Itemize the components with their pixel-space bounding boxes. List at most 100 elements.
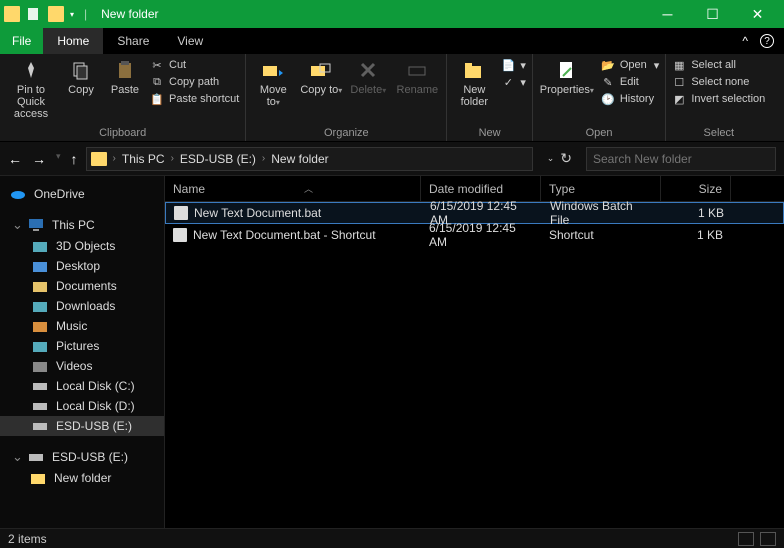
navpane-item[interactable]: 3D Objects xyxy=(0,236,164,256)
nav-item-icon xyxy=(32,259,48,273)
navpane-item[interactable]: Videos xyxy=(0,356,164,376)
thumbnails-view-button[interactable] xyxy=(760,532,776,546)
select-none-button[interactable]: ☐Select none xyxy=(672,75,765,89)
close-button[interactable]: ✕ xyxy=(735,0,780,28)
minimize-button[interactable]: ─ xyxy=(645,0,690,28)
collapse-ribbon-icon[interactable]: ^ xyxy=(742,34,748,48)
help-icon[interactable]: ? xyxy=(760,34,774,48)
maximize-button[interactable]: ☐ xyxy=(690,0,735,28)
select-all-button[interactable]: ▦Select all xyxy=(672,58,765,72)
new-folder-button[interactable]: New folder xyxy=(453,56,495,108)
back-button[interactable]: ← xyxy=(8,151,22,167)
new-item-icon: 📄 xyxy=(501,58,515,72)
refresh-area: ⌄ ↻ xyxy=(541,150,578,167)
history-button[interactable]: 🕑History xyxy=(601,92,659,106)
forward-button[interactable]: → xyxy=(32,151,46,167)
status-bar: 2 items xyxy=(0,528,784,548)
breadcrumb-part[interactable]: This PC xyxy=(122,152,165,166)
chevron-down-icon[interactable]: ▾ xyxy=(70,10,74,19)
up-button[interactable]: ↑ xyxy=(71,151,78,167)
breadcrumb-part[interactable]: ESD-USB (E:) xyxy=(180,152,256,166)
chevron-right-icon[interactable]: › xyxy=(171,153,174,164)
refresh-button[interactable]: ↻ xyxy=(560,150,572,167)
file-list-pane: Name︿ Date modified Type Size New Text D… xyxy=(165,176,784,528)
chevron-right-icon[interactable]: › xyxy=(113,153,116,164)
paste-shortcut-button[interactable]: 📋Paste shortcut xyxy=(150,92,239,106)
new-folder-quick-icon[interactable] xyxy=(48,6,64,22)
copy-path-button[interactable]: ⧉Copy path xyxy=(150,75,239,89)
move-to-icon xyxy=(261,58,285,82)
open-icon: 📂 xyxy=(601,58,615,72)
delete-icon xyxy=(356,58,380,82)
navpane-this-pc[interactable]: ⌄This PC xyxy=(0,214,164,236)
navigation-pane[interactable]: OneDrive ⌄This PC 3D ObjectsDesktopDocum… xyxy=(0,176,165,528)
monitor-icon xyxy=(28,218,44,232)
cloud-icon xyxy=(10,187,26,201)
new-item-button[interactable]: 📄▾ xyxy=(501,58,526,72)
delete-button[interactable]: Delete▾ xyxy=(348,56,388,97)
ribbon-tabs: File Home Share View ^ ? xyxy=(0,28,784,54)
quick-access-toolbar: ▾ | xyxy=(4,6,91,22)
navpane-esd-usb-root[interactable]: ⌄ESD-USB (E:) xyxy=(0,446,164,468)
properties-icon xyxy=(555,58,579,82)
paste-button[interactable]: Paste xyxy=(106,56,144,96)
navpane-sub-folder[interactable]: New folder xyxy=(0,468,164,488)
folder-icon xyxy=(30,471,46,485)
copy-button[interactable]: Copy xyxy=(62,56,100,96)
file-row[interactable]: New Text Document.bat - Shortcut 6/15/20… xyxy=(165,224,784,246)
tab-file[interactable]: File xyxy=(0,28,43,54)
nav-item-icon xyxy=(32,359,48,373)
search-input[interactable] xyxy=(586,147,776,171)
cut-button[interactable]: ✂Cut xyxy=(150,58,239,72)
navpane-item[interactable]: ESD-USB (E:) xyxy=(0,416,164,436)
nav-item-icon xyxy=(32,339,48,353)
navpane-item[interactable]: Music xyxy=(0,316,164,336)
navpane-item[interactable]: Downloads xyxy=(0,296,164,316)
breadcrumb-part[interactable]: New folder xyxy=(271,152,328,166)
status-text: 2 items xyxy=(8,532,47,546)
recent-locations-button[interactable]: ▾ xyxy=(56,151,61,167)
navpane-item[interactable]: Desktop xyxy=(0,256,164,276)
nav-item-icon xyxy=(32,239,48,253)
tab-share[interactable]: Share xyxy=(103,28,163,54)
breadcrumb[interactable]: › This PC › ESD-USB (E:) › New folder xyxy=(86,147,533,171)
file-icon xyxy=(174,206,188,220)
paste-shortcut-icon: 📋 xyxy=(150,92,164,106)
select-all-icon: ▦ xyxy=(672,58,686,72)
divider: | xyxy=(84,7,87,21)
pin-to-quick-access-button[interactable]: Pin to Quick access xyxy=(6,56,56,120)
navpane-item[interactable]: Documents xyxy=(0,276,164,296)
column-date[interactable]: Date modified xyxy=(421,176,541,201)
ribbon: Pin to Quick access Copy Paste ✂Cut ⧉Cop… xyxy=(0,54,784,142)
chevron-right-icon[interactable]: › xyxy=(262,153,265,164)
tab-home[interactable]: Home xyxy=(43,28,103,54)
details-view-button[interactable] xyxy=(738,532,754,546)
chevron-down-icon[interactable]: ⌄ xyxy=(12,217,20,233)
ribbon-group-organize: Move to▾ Copy to▾ Delete▾ Rename Organiz… xyxy=(246,54,447,141)
main-area: OneDrive ⌄This PC 3D ObjectsDesktopDocum… xyxy=(0,176,784,528)
move-to-button[interactable]: Move to▾ xyxy=(252,56,294,109)
navpane-item[interactable]: Pictures xyxy=(0,336,164,356)
chevron-down-icon[interactable]: ⌄ xyxy=(547,153,555,164)
navpane-item[interactable]: Local Disk (D:) xyxy=(0,396,164,416)
rename-button[interactable]: Rename xyxy=(394,56,440,96)
edit-button[interactable]: ✎Edit xyxy=(601,75,659,89)
properties-button[interactable]: Properties▾ xyxy=(539,56,595,97)
navpane-onedrive[interactable]: OneDrive xyxy=(0,184,164,204)
nav-item-icon xyxy=(32,379,48,393)
chevron-down-icon[interactable]: ⌄ xyxy=(12,449,20,465)
open-button[interactable]: 📂Open▾ xyxy=(601,58,659,72)
column-name[interactable]: Name︿ xyxy=(165,176,421,201)
properties-quick-icon[interactable] xyxy=(26,6,42,22)
easy-access-button[interactable]: ✓▾ xyxy=(501,75,526,89)
file-rows[interactable]: New Text Document.bat 6/15/2019 12:45 AM… xyxy=(165,202,784,528)
invert-selection-button[interactable]: ◩Invert selection xyxy=(672,92,765,106)
navpane-item[interactable]: Local Disk (C:) xyxy=(0,376,164,396)
column-type[interactable]: Type xyxy=(541,176,661,201)
tab-view[interactable]: View xyxy=(163,28,217,54)
invert-selection-icon: ◩ xyxy=(672,92,686,106)
column-size[interactable]: Size xyxy=(661,176,731,201)
nav-buttons: ← → ▾ ↑ xyxy=(8,151,78,167)
select-none-icon: ☐ xyxy=(672,75,686,89)
copy-to-button[interactable]: Copy to▾ xyxy=(300,56,342,97)
